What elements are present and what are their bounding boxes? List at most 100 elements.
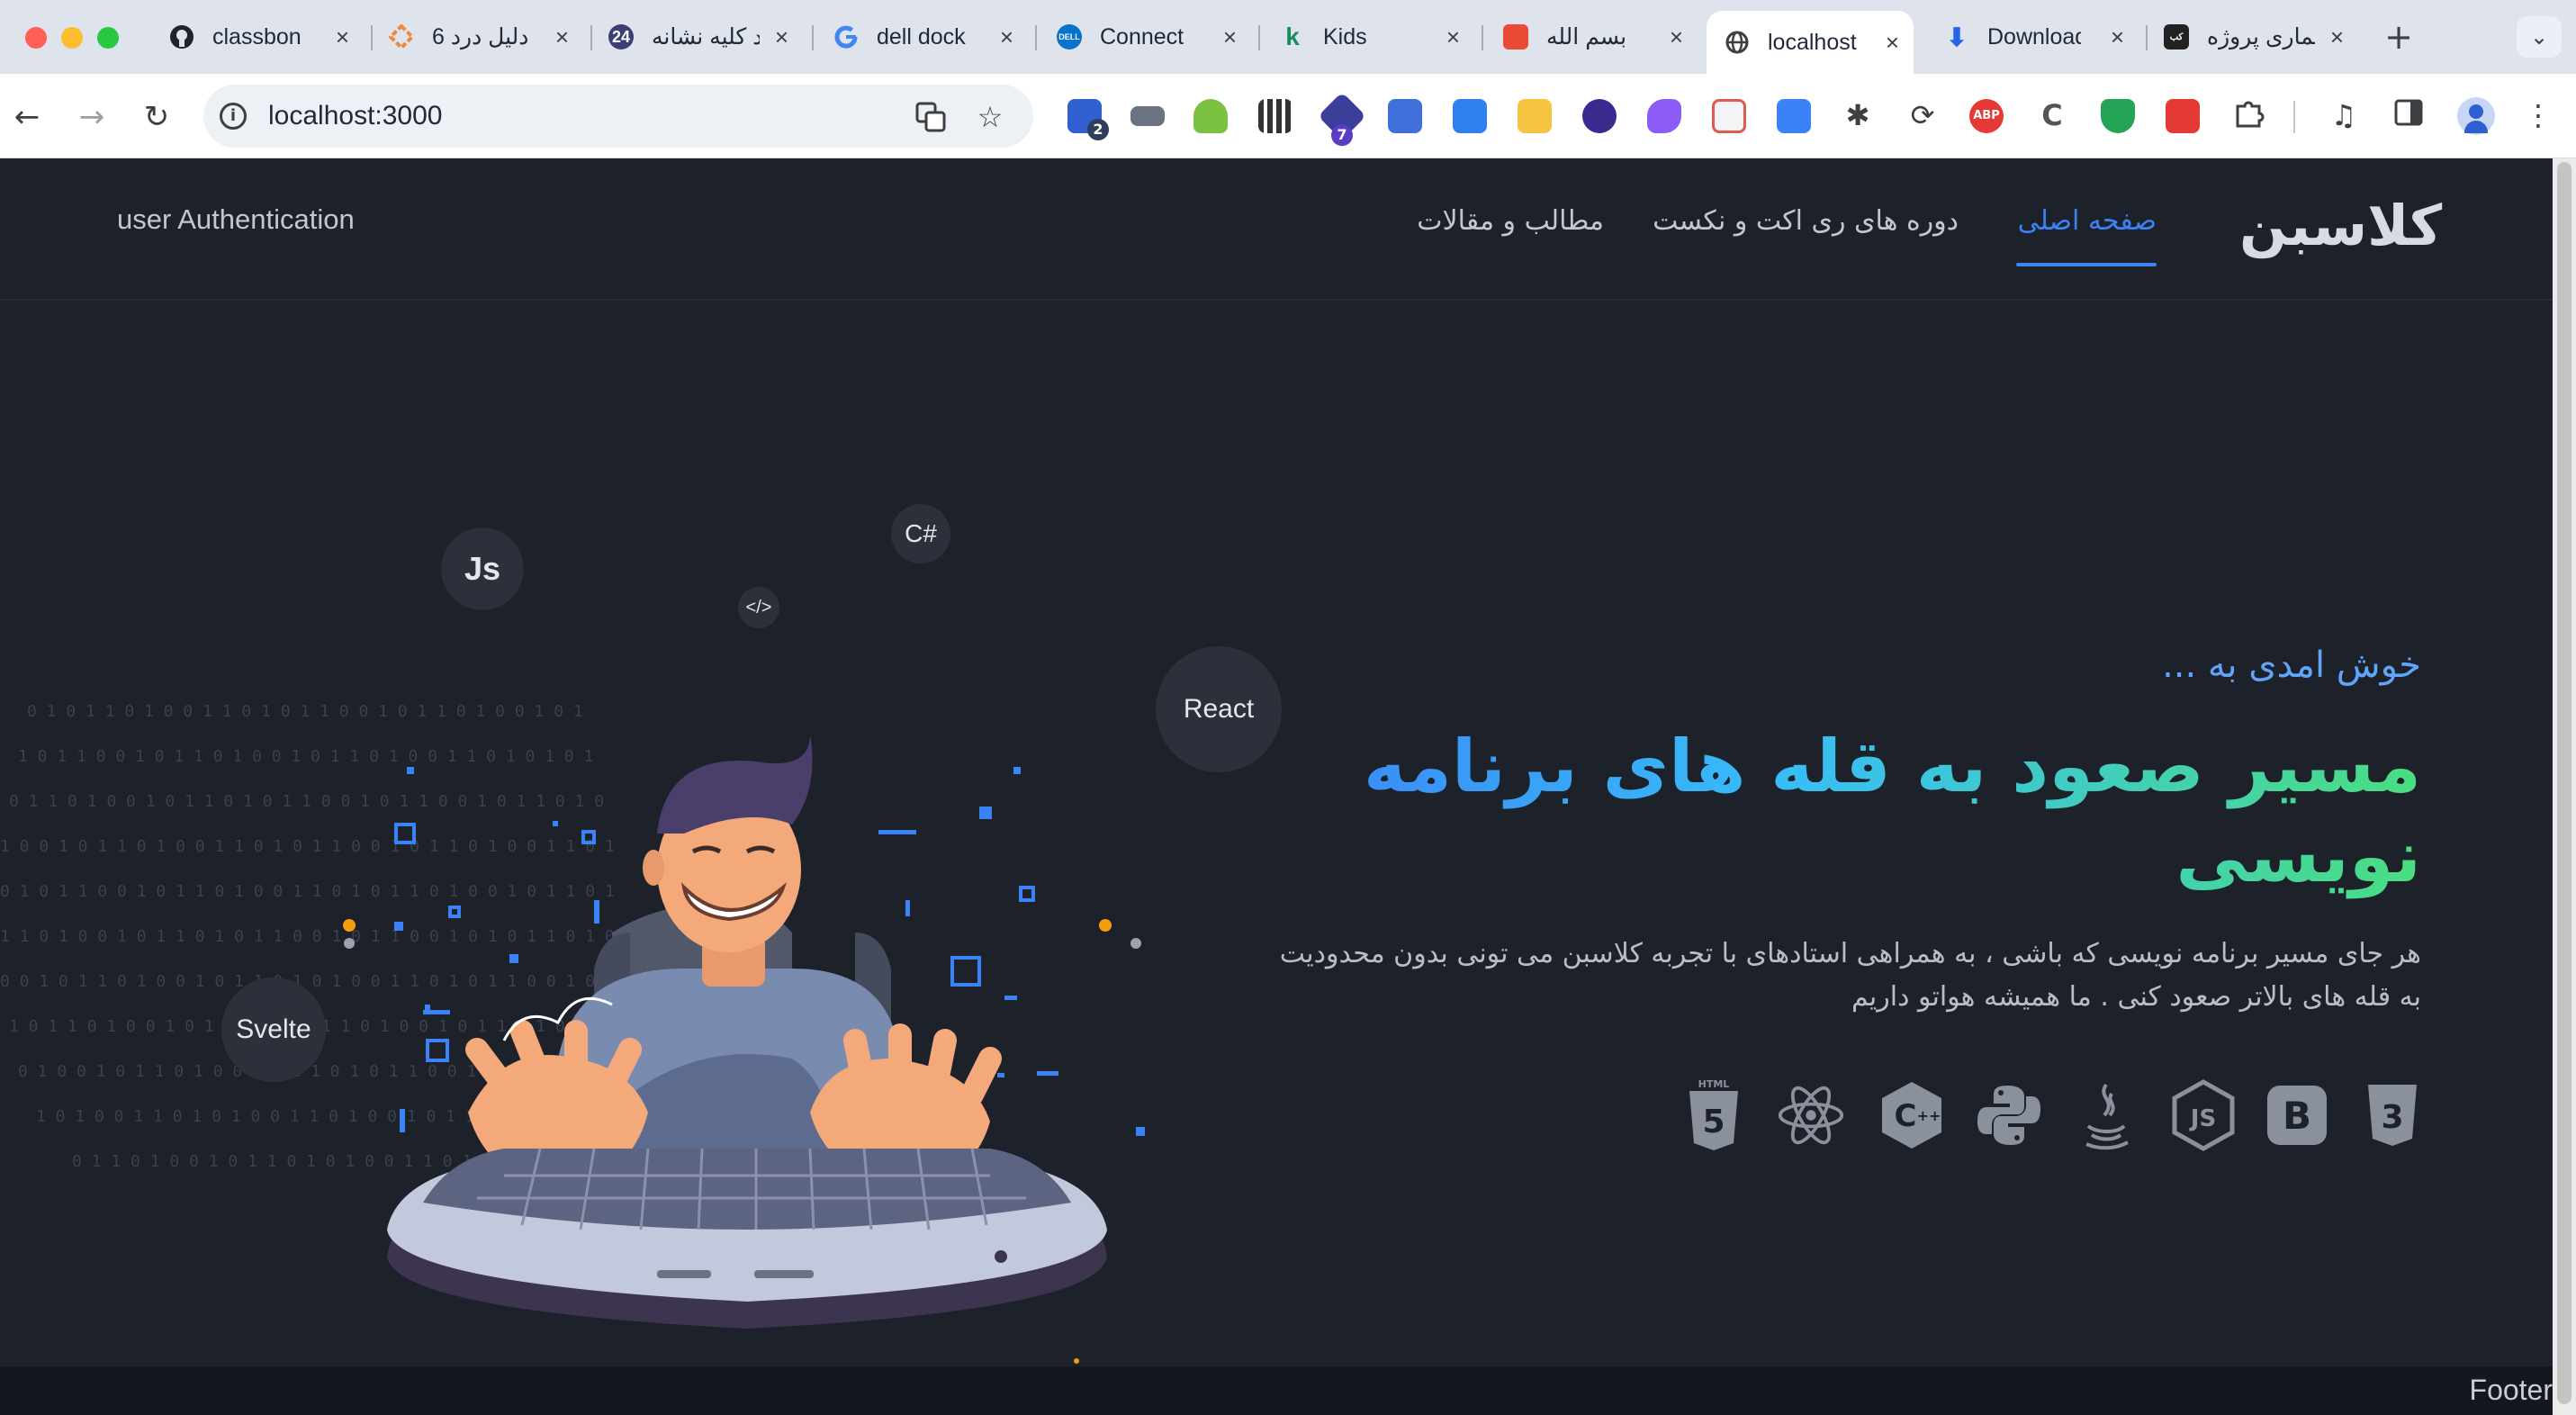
keyboard-shortcut-extension-icon[interactable]: [1388, 99, 1422, 133]
browser-tab-active[interactable]: localhost ×: [1707, 11, 1914, 74]
tab-label: Connect: [1100, 23, 1184, 50]
back-button[interactable]: ←: [7, 97, 47, 137]
keyboard-extension-icon[interactable]: [1130, 106, 1165, 126]
github-icon: [169, 24, 194, 50]
technology-icons-row: 3 B JS C ++ HTML 5: [1680, 1077, 2427, 1167]
java-icon: [2072, 1077, 2140, 1154]
tab-label: localhost: [1768, 29, 1857, 55]
svg-text:B: B: [2283, 1094, 2311, 1138]
extension-badge: 7: [1331, 124, 1353, 147]
close-tab-icon[interactable]: ×: [775, 23, 788, 51]
sync-extension-icon[interactable]: ⟳: [1905, 97, 1941, 133]
svg-text:JS: JS: [2189, 1105, 2216, 1132]
media-control-icon[interactable]: ♫: [2326, 97, 2362, 133]
side-panel-icon[interactable]: [2391, 97, 2427, 133]
browser-tab[interactable]: DELL Connect ×: [1039, 11, 1251, 63]
video-download-extension-icon[interactable]: [1582, 99, 1617, 133]
nav-courses-link[interactable]: دوره های ری اکت و نکست: [1653, 205, 1959, 237]
browser-tab[interactable]: 24 درد کلیه نشانه ×: [590, 11, 803, 63]
csharp-bubble: C#: [891, 504, 950, 563]
close-tab-icon[interactable]: ×: [2330, 23, 2344, 51]
close-tab-icon[interactable]: ×: [2111, 23, 2124, 51]
svg-text:0 1 0 1 1 0 0 1 0 1 1 0 1 0 0: 0 1 0 1 1 0 0 1 0 1 1 0 1 0 0 1 1 0 1 0 …: [0, 882, 615, 901]
graduation-extension-icon[interactable]: 7: [1318, 92, 1366, 147]
close-tab-icon[interactable]: ×: [336, 23, 349, 51]
hero-text-block: خوش امدی به ... مسیر صعود به قله های برن…: [1251, 644, 2421, 1019]
plant-extension-icon[interactable]: [1193, 99, 1228, 133]
close-tab-icon[interactable]: ×: [1886, 29, 1899, 57]
close-window-button[interactable]: [25, 27, 47, 49]
browser-tab[interactable]: ⬇ Download ×: [1926, 11, 2139, 63]
more-menu-icon[interactable]: ⋮: [2520, 97, 2556, 133]
user-authentication-link[interactable]: user Authentication: [117, 203, 355, 236]
svg-text:1 0 1 1 0 0 1 0 1 1 0 1 0 0 1: 1 0 1 1 0 0 1 0 1 1 0 1 0 0 1 0 1 1 0 1 …: [18, 747, 593, 766]
browser-tab[interactable]: dell dock ×: [815, 11, 1028, 63]
developer-illustration: 0 1 0 1 1 0 1 0 0 1 1 0 1 0 1 1 0 0 1 0 …: [0, 702, 1145, 1408]
page-scrollbar[interactable]: [2553, 158, 2576, 1415]
extension-badge: 2: [1087, 119, 1109, 140]
close-tab-icon[interactable]: ×: [555, 23, 569, 51]
browser-tab[interactable]: classbon ×: [151, 11, 364, 63]
bookmark-star-icon[interactable]: ☆: [974, 101, 1006, 133]
svelte-bubble: Svelte: [221, 978, 326, 1082]
js-bubble: Js: [441, 527, 524, 610]
camera-extension-icon[interactable]: [2166, 99, 2200, 133]
qr-code-extension-icon[interactable]: [1258, 99, 1293, 133]
close-tab-icon[interactable]: ×: [1446, 23, 1460, 51]
reload-button[interactable]: ↻: [137, 97, 176, 137]
doctor-icon: 24: [608, 24, 634, 50]
nav-articles-link[interactable]: مطالب و مقالات: [1417, 205, 1604, 237]
extensions-puzzle-icon[interactable]: [2230, 97, 2266, 133]
browser-tab[interactable]: بسم الله ×: [1485, 11, 1698, 63]
extension-icon[interactable]: 2: [1067, 99, 1109, 140]
footer-text: Footer: [2469, 1374, 2553, 1406]
translate-icon[interactable]: [914, 101, 947, 133]
html5-icon: HTML 5: [1680, 1077, 1748, 1154]
diamond-icon: [389, 24, 414, 50]
browser-tab[interactable]: کب معماری پروژه ×: [2146, 11, 2358, 63]
css3-icon: 3: [2358, 1077, 2427, 1154]
scrollbar-thumb[interactable]: [2557, 162, 2571, 1404]
nav-home-link[interactable]: صفحه اصلی: [2018, 205, 2157, 237]
site-info-icon[interactable]: i: [220, 103, 247, 130]
highlighter-extension-icon[interactable]: [1518, 99, 1552, 133]
google-icon: [833, 24, 859, 50]
tab-label: بسم الله: [1546, 24, 1627, 50]
c-extension-icon[interactable]: C: [2034, 97, 2070, 133]
nodejs-icon: JS: [2169, 1077, 2238, 1154]
address-bar[interactable]: i localhost:3000 ☆: [203, 85, 1033, 148]
tab-label: 6 دلیل درد: [432, 24, 529, 50]
color-extension-icon[interactable]: [1647, 99, 1681, 133]
profile-avatar[interactable]: [2457, 97, 2495, 135]
site-logo[interactable]: کلاسبن: [2239, 193, 2444, 258]
address-url[interactable]: localhost:3000: [268, 101, 442, 131]
site-footer: Footer: [0, 1366, 2553, 1415]
minimize-window-button[interactable]: [61, 27, 83, 49]
python-icon: [1975, 1077, 2043, 1154]
page-content: کلاسبن صفحه اصلی دوره های ری اکت و نکست …: [0, 158, 2553, 1415]
adblock-extension-icon[interactable]: ABP: [1969, 99, 2004, 133]
maximize-window-button[interactable]: [97, 27, 119, 49]
svg-text:++: ++: [1917, 1107, 1941, 1124]
svg-text:1 0 0 1 0 1 1 0 1 0 0 1 1 0 1: 1 0 0 1 0 1 1 0 1 0 0 1 1 0 1 0 1 1 0 0 …: [0, 837, 615, 856]
calendar-extension-icon[interactable]: [1712, 99, 1746, 133]
browser-tab[interactable]: 6 دلیل درد ×: [371, 11, 583, 63]
tab-label: معماری پروژه: [2207, 24, 2315, 50]
new-tab-button[interactable]: +: [2380, 14, 2418, 59]
k-icon: k: [1285, 23, 1300, 50]
tab-search-button[interactable]: ⌄: [2517, 16, 2562, 58]
screen-record-extension-icon[interactable]: [1777, 99, 1811, 133]
close-tab-icon[interactable]: ×: [1000, 23, 1013, 51]
browser-toolbar: ← → ↻ i localhost:3000 ☆ 2 7 ✱ ⟳ ABP C ♫…: [0, 74, 2576, 158]
close-tab-icon[interactable]: ×: [1223, 23, 1237, 51]
browser-tab-bar: classbon × 6 دلیل درد × 24 درد کلیه نشان…: [0, 0, 2576, 74]
svg-text:1 1 0 1 0 0 1 0 1 1 0 1 0 1 1: 1 1 0 1 0 0 1 0 1 1 0 1 0 1 1 0 0 1 0 1 …: [0, 927, 615, 946]
forward-button[interactable]: →: [72, 97, 112, 137]
download-extension-icon[interactable]: [1453, 99, 1487, 133]
browser-tab[interactable]: k Kids ×: [1262, 11, 1474, 63]
bootstrap-icon: B: [2263, 1077, 2331, 1154]
svg-text:C: C: [1895, 1098, 1917, 1134]
bug-extension-icon[interactable]: ✱: [1840, 97, 1876, 133]
shield-extension-icon[interactable]: [2101, 99, 2135, 133]
close-tab-icon[interactable]: ×: [1670, 23, 1683, 51]
